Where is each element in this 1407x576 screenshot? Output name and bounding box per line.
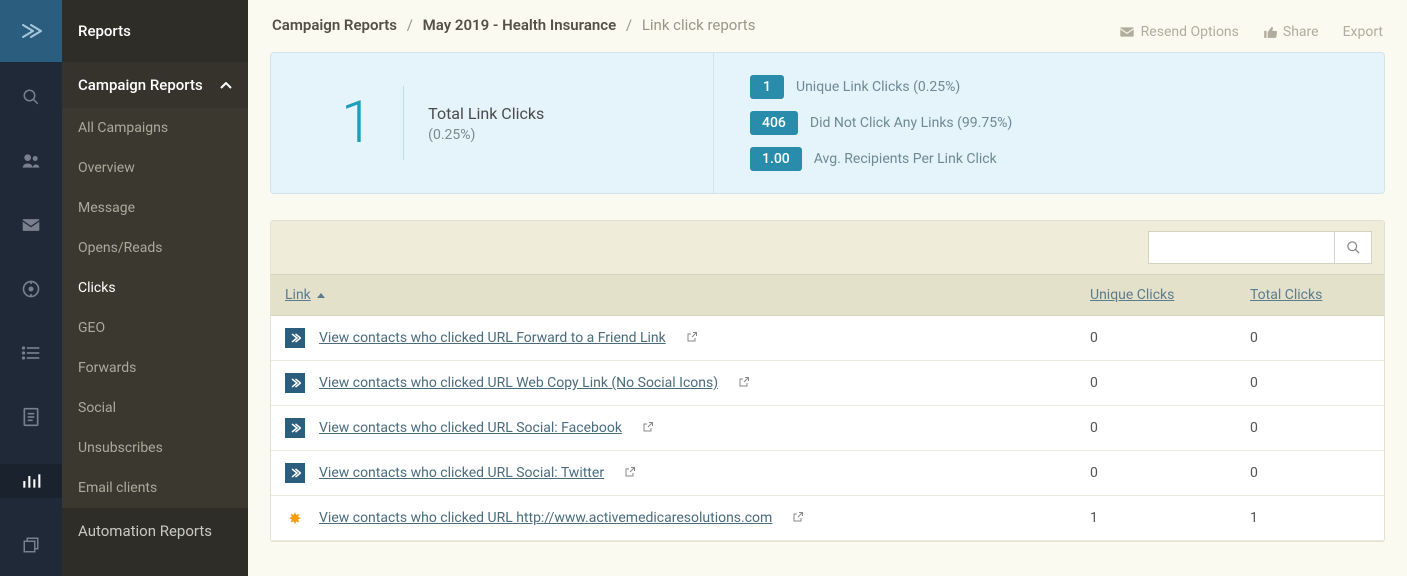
export-button[interactable]: Export — [1343, 24, 1383, 40]
col-header-total[interactable]: Total Clicks — [1250, 287, 1370, 303]
breadcrumb: Campaign Reports / May 2019 - Health Ins… — [272, 14, 755, 37]
reports-icon[interactable] — [0, 464, 62, 498]
topbar: Campaign Reports / May 2019 - Health Ins… — [248, 0, 1407, 52]
sidebar-item-clicks[interactable]: Clicks — [62, 268, 248, 308]
total-clicks-cell: 1 — [1250, 510, 1370, 526]
total-clicks-value: 1 — [301, 89, 403, 157]
col-header-unique[interactable]: Unique Clicks — [1090, 287, 1250, 303]
group-label: Campaign Reports — [78, 76, 203, 94]
external-link-icon[interactable] — [624, 466, 636, 481]
table-row: View contacts who clicked URL Web Copy L… — [271, 361, 1384, 406]
stat-label: Avg. Recipients Per Link Click — [814, 151, 997, 167]
total-clicks-label: Total Link Clicks — [428, 104, 544, 123]
sidebar-item-message[interactable]: Message — [62, 188, 248, 228]
link-text[interactable]: View contacts who clicked URL http://www… — [319, 510, 772, 526]
unique-clicks-cell: 0 — [1090, 330, 1250, 346]
sidebar-item-all-campaigns[interactable]: All Campaigns — [62, 108, 248, 148]
total-clicks-cell: 0 — [1250, 465, 1370, 481]
unique-clicks-cell: 0 — [1090, 375, 1250, 391]
sidebar-item-social[interactable]: Social — [62, 388, 248, 428]
windows-icon[interactable] — [0, 528, 62, 562]
unique-clicks-cell: 1 — [1090, 510, 1250, 526]
breadcrumb-root[interactable]: Campaign Reports — [272, 16, 397, 34]
total-clicks-cell: 0 — [1250, 375, 1370, 391]
stat-label: Did Not Click Any Links (99.75%) — [810, 115, 1012, 131]
total-clicks-cell: 0 — [1250, 330, 1370, 346]
external-link-icon[interactable] — [792, 511, 804, 526]
share-button[interactable]: Share — [1263, 24, 1319, 40]
mail-icon[interactable] — [0, 208, 62, 242]
resend-label: Resend Options — [1141, 24, 1239, 40]
stat-row: 1.00 Avg. Recipients Per Link Click — [750, 147, 1348, 171]
link-text[interactable]: View contacts who clicked URL Social: Tw… — [319, 465, 604, 481]
unique-clicks-cell: 0 — [1090, 465, 1250, 481]
links-table: Link Unique Clicks Total Clicks View con… — [270, 220, 1385, 542]
table-header: Link Unique Clicks Total Clicks — [271, 274, 1384, 316]
arrow-icon — [285, 463, 305, 483]
sidebar-item-overview[interactable]: Overview — [62, 148, 248, 188]
side-panel: Reports Campaign Reports All CampaignsOv… — [62, 0, 248, 576]
arrow-icon — [285, 418, 305, 438]
group-campaign-reports[interactable]: Campaign Reports — [62, 62, 248, 108]
stat-row: 1 Unique Link Clicks (0.25%) — [750, 75, 1348, 99]
table-toolbar — [271, 221, 1384, 274]
group-automation-reports[interactable]: Automation Reports — [62, 508, 248, 554]
sidebar-item-opens-reads[interactable]: Opens/Reads — [62, 228, 248, 268]
stat-badge: 1.00 — [750, 147, 802, 171]
automations-icon[interactable] — [0, 272, 62, 306]
resend-options-button[interactable]: Resend Options — [1119, 24, 1239, 40]
total-clicks-pct: (0.25%) — [428, 127, 544, 143]
share-label: Share — [1283, 24, 1319, 40]
app-logo[interactable] — [0, 0, 62, 62]
external-link-icon[interactable] — [686, 331, 698, 346]
col-header-link[interactable]: Link — [285, 287, 1090, 303]
stat-label: Unique Link Clicks (0.25%) — [796, 79, 960, 95]
chevron-up-icon — [220, 76, 232, 94]
table-row: View contacts who clicked URL Social: Fa… — [271, 406, 1384, 451]
table-row: View contacts who clicked URL Social: Tw… — [271, 451, 1384, 496]
summary-left: 1 Total Link Clicks (0.25%) — [271, 53, 713, 193]
link-text[interactable]: View contacts who clicked URL Forward to… — [319, 330, 666, 346]
sidebar-item-email-clients[interactable]: Email clients — [62, 468, 248, 508]
external-link-icon[interactable] — [642, 421, 654, 436]
arrow-icon — [285, 328, 305, 348]
arrow-icon — [285, 373, 305, 393]
sidebar-item-forwards[interactable]: Forwards — [62, 348, 248, 388]
icon-rail — [0, 0, 62, 576]
sidebar-item-geo[interactable]: GEO — [62, 308, 248, 348]
stat-row: 406 Did Not Click Any Links (99.75%) — [750, 111, 1348, 135]
breadcrumb-current: Link click reports — [642, 16, 756, 34]
link-text[interactable]: View contacts who clicked URL Social: Fa… — [319, 420, 622, 436]
group-label-automation: Automation Reports — [78, 522, 212, 540]
unique-clicks-cell: 0 — [1090, 420, 1250, 436]
table-search-button[interactable] — [1334, 231, 1372, 264]
summary-card: 1 Total Link Clicks (0.25%) 1 Unique Link… — [270, 52, 1385, 194]
top-actions: Resend Options Share Export — [1119, 14, 1383, 40]
sidebar-item-unsubscribes[interactable]: Unsubscribes — [62, 428, 248, 468]
main-area: Campaign Reports / May 2019 - Health Ins… — [248, 0, 1407, 576]
external-link-icon[interactable] — [738, 376, 750, 391]
table-search-input[interactable] — [1148, 231, 1334, 264]
summary-right: 1 Unique Link Clicks (0.25%) 406 Did Not Cl… — [713, 53, 1384, 193]
star-icon: ✸ — [285, 508, 305, 528]
table-row: View contacts who clicked URL Forward to… — [271, 316, 1384, 361]
search-icon[interactable] — [0, 80, 62, 114]
list-icon[interactable] — [0, 336, 62, 370]
export-label: Export — [1343, 24, 1383, 40]
total-clicks-cell: 0 — [1250, 420, 1370, 436]
contacts-icon[interactable] — [0, 144, 62, 178]
stat-badge: 406 — [750, 111, 798, 135]
forms-icon[interactable] — [0, 400, 62, 434]
link-text[interactable]: View contacts who clicked URL Web Copy L… — [319, 375, 718, 391]
divider — [403, 86, 404, 160]
breadcrumb-campaign[interactable]: May 2019 - Health Insurance — [423, 16, 617, 34]
sort-asc-icon — [317, 293, 325, 298]
stat-badge: 1 — [750, 75, 784, 99]
panel-title: Reports — [62, 0, 248, 62]
table-row: ✸ View contacts who clicked URL http://ww… — [271, 496, 1384, 541]
